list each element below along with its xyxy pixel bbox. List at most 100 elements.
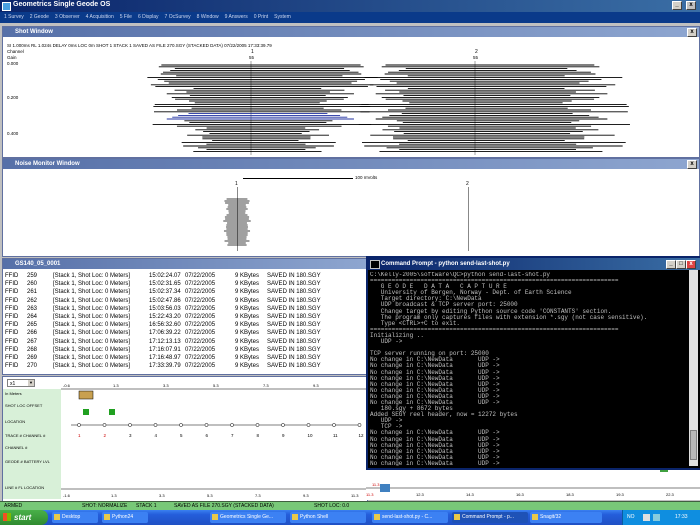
zoom-select[interactable]: x1 ▼: [7, 379, 35, 387]
survey-label-3: TRACE # CHANNEL #: [5, 433, 46, 438]
cmd-titlebar[interactable]: Command Prompt - python send-last-shot.p…: [368, 258, 700, 270]
file-date: 07/22/2005: [185, 305, 216, 312]
menu-item-6[interactable]: 7 OcSurvey: [165, 14, 191, 20]
tray-icon[interactable]: [643, 514, 650, 521]
survey-top-tick: 9.3: [313, 383, 319, 388]
taskbar-item-1[interactable]: Python24: [102, 512, 148, 523]
cmd-maximize-button[interactable]: □: [676, 260, 686, 269]
start-button[interactable]: start: [0, 510, 48, 525]
file-time: 17:33:39.79: [149, 363, 181, 370]
taskbar-item-0[interactable]: Desktop: [52, 512, 98, 523]
file-ffid: 265: [27, 322, 38, 329]
geophone-icon[interactable]: [332, 423, 336, 427]
file-saved: SAVED IN 180.SGY: [267, 338, 321, 345]
file-date: 07/22/2005: [185, 297, 216, 304]
file-time: 15:02:24.07: [149, 273, 181, 279]
channel-number: 4: [155, 433, 158, 438]
file-date: 07/22/2005: [185, 330, 216, 337]
taskbar-item-5[interactable]: Command Prompt - p...: [452, 512, 528, 523]
strip-tick: 12.3: [416, 492, 425, 497]
taskbar-item-3[interactable]: Python Shell: [290, 512, 366, 523]
file-time: 15:02:37.34: [149, 289, 181, 296]
geophone-icon[interactable]: [281, 423, 285, 427]
noise-waveform: [223, 198, 251, 246]
tray-language[interactable]: NO: [627, 514, 635, 520]
file-tag: FFID: [5, 338, 19, 345]
strip-tick: 11.3: [366, 492, 374, 497]
channel-number: 7: [231, 433, 234, 438]
strip-tick: 16.3: [516, 492, 525, 497]
survey-label-5: GEODE # BATTERY LVL: [5, 459, 50, 464]
tray-icon-2[interactable]: [653, 514, 660, 521]
flag-icon[interactable]: [83, 409, 89, 415]
cmd-output[interactable]: C:\Kelly-2005\software\QC>python send-la…: [370, 272, 688, 466]
menu-item-5[interactable]: 6 Display: [138, 14, 159, 20]
menu-item-0[interactable]: 1 Survey: [4, 14, 24, 20]
status-shot: SHOT: NORMALIZE: [82, 503, 128, 509]
app-titlebar[interactable]: Geometrics Single Geode OS _ x: [0, 0, 700, 12]
file-time: 17:12:13.13: [149, 338, 181, 345]
window-icon: [212, 514, 218, 520]
channel-number: 5: [180, 433, 183, 438]
file-tag: FFID: [5, 363, 19, 370]
minimize-button[interactable]: _: [672, 1, 682, 10]
cmd-scrollbar[interactable]: [689, 270, 698, 466]
file-time: 15:03:56.03: [149, 305, 181, 312]
file-saved: SAVED IN 180.SGY: [267, 313, 321, 320]
survey-label-1: SHOT LOC OFFSET: [5, 403, 43, 408]
channel-number: 8: [257, 433, 260, 438]
geophone-icon[interactable]: [230, 423, 234, 427]
geophone-icon[interactable]: [153, 423, 158, 427]
file-stack: [Stack 1, Shot Loc: 0 Meters]: [53, 289, 131, 296]
file-ffid: 269: [27, 354, 38, 361]
file-stack: [Stack 1, Shot Loc: 0 Meters]: [53, 338, 131, 345]
geophone-icon[interactable]: [128, 423, 132, 427]
close-button[interactable]: x: [686, 1, 696, 10]
file-stack: [Stack 1, Shot Loc: 0 Meters]: [53, 313, 131, 320]
cmd-close-button[interactable]: x: [686, 260, 696, 269]
flag-icon[interactable]: [109, 409, 115, 415]
geophone-icon[interactable]: [77, 423, 81, 427]
geophone-icon[interactable]: [357, 423, 362, 427]
geophone-icon[interactable]: [204, 423, 209, 427]
taskbar-item-label: Desktop: [62, 514, 81, 520]
cmd-icon: [370, 260, 380, 269]
taskbar-item-label: Python Shell: [300, 514, 329, 520]
computer-icon[interactable]: [380, 484, 390, 492]
file-stack: [Stack 1, Shot Loc: 0 Meters]: [53, 354, 131, 361]
geophone-icon[interactable]: [102, 423, 107, 427]
menu-item-2[interactable]: 3 Observer: [55, 14, 80, 20]
geophone-icon[interactable]: [255, 423, 260, 427]
menu-item-1[interactable]: 2 Geode: [30, 14, 49, 20]
file-tag: FFID: [5, 330, 19, 337]
file-time: 17:16:07.91: [149, 346, 181, 353]
cmd-title: Command Prompt - python send-last-shot.p…: [381, 261, 510, 267]
taskbar: start Desktop Python24 Geometrics Single G…: [0, 510, 700, 525]
menu-item-9[interactable]: 0 Print: [254, 14, 268, 20]
cmd-minimize-button[interactable]: _: [666, 260, 676, 269]
menu-item-3[interactable]: 4 Acquisition: [86, 14, 114, 20]
file-size: 9 KBytes: [235, 338, 260, 345]
file-stack: [Stack 1, Shot Loc: 0 Meters]: [53, 322, 131, 329]
file-size: 9 KBytes: [235, 330, 260, 337]
taskbar-item-2[interactable]: Geometrics Single Ge...: [210, 512, 286, 523]
taskbar-item-6[interactable]: Snagit/32: [530, 512, 602, 523]
menu-item-7[interactable]: 8 Window: [197, 14, 219, 20]
cmd-scroll-thumb[interactable]: [690, 430, 697, 460]
shot-truck-icon[interactable]: [78, 390, 94, 400]
taskbar-item-label: Snagit/32: [540, 514, 562, 520]
file-ffid: 263: [27, 305, 38, 312]
file-window: GS140_05_0001 FFID 259 [Stack 1, Shot Loc:…: [2, 258, 368, 375]
menu-item-8[interactable]: 9 Answers: [225, 14, 248, 20]
taskbar-item-4[interactable]: send-last-shot.py - C...: [372, 512, 448, 523]
start-label: start: [14, 513, 32, 522]
geophone-icon[interactable]: [306, 423, 311, 427]
channel-number: 3: [129, 433, 132, 438]
menu-item-4[interactable]: 5 File: [120, 14, 132, 20]
file-tag: FFID: [5, 354, 19, 361]
file-tag: FFID: [5, 297, 19, 304]
menu-item-10[interactable]: System: [274, 14, 291, 20]
file-window-titlebar[interactable]: GS140_05_0001: [3, 259, 367, 269]
file-time: 17:06:39.22: [149, 330, 181, 337]
geophone-icon[interactable]: [179, 423, 183, 427]
